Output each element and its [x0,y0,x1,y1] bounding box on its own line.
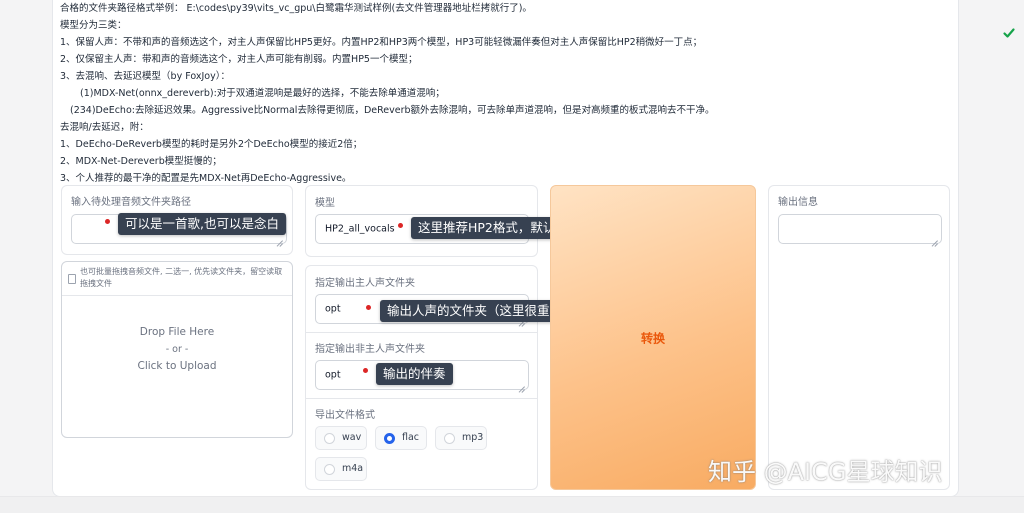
radio-label: mp3 [462,432,484,443]
model-select-value: HP2_all_vocals [325,223,395,235]
file-drop-area[interactable]: 也可批量拖拽音频文件, 二选一, 优先读文件夹，留空读取拖拽文件 Drop Fi… [61,261,293,438]
resize-handle-icon[interactable] [931,234,938,241]
instruction-line: (234)DeEcho:去除延迟效果。Aggressive比Normal去除得更… [70,105,715,116]
instruction-line: 去混响/去延迟，附： [60,122,149,133]
divider [306,332,537,333]
radio-circle [444,433,455,444]
radio-m4a[interactable]: m4a [315,457,367,481]
radio-wav[interactable]: wav [315,426,367,450]
radio-circle [384,433,395,444]
input-dir-label: 输入待处理音频文件夹路径 [71,197,191,208]
radio-mp3[interactable]: mp3 [435,426,487,450]
instruction-line: 合格的文件夹路径格式举例： E:\codes\py39\vits_vc_gpu\… [60,3,532,14]
annotation-dot [366,305,371,310]
inst-out-label: 指定输出非主人声文件夹 [315,344,425,355]
radio-circle [324,464,335,475]
radio-label: wav [342,432,362,443]
instruction-line: 1、保留人声：不带和声的音频选这个，对主人声保留比HP5更好。内置HP2和HP3… [60,37,703,48]
drop-hint-bar: 也可批量拖拽音频文件, 二选一, 优先读文件夹，留空读取拖拽文件 [62,262,292,296]
vocal-out-label: 指定输出主人声文件夹 [315,278,415,289]
convert-button-label: 转换 [640,331,665,345]
resize-handle-icon[interactable] [518,380,525,387]
annotation-dot [398,223,403,228]
output-info-block: 输出信息 [768,185,950,490]
radio-circle [324,433,335,444]
convert-button[interactable]: 转换 [550,185,756,490]
click-upload-text[interactable]: Click to Upload [62,358,292,375]
drop-zone[interactable]: Drop File Here - or - Click to Upload [62,324,292,375]
resize-handle-icon[interactable] [276,234,283,241]
bottom-bar [0,496,1024,513]
instruction-line: 2、仅保留主人声：带和声的音频选这个，对主人声可能有削弱。内置HP5一个模型； [60,54,418,65]
instruction-line: (1)MDX-Net(onnx_dereverb):对于双通道混响是最好的选择，… [80,88,445,99]
instruction-line: 2、MDX-Net-Dereverb模型挺慢的； [60,156,222,167]
instruction-line: 3、去混响、去延迟模型（by FoxJoy）： [60,71,230,82]
output-info-label: 输出信息 [778,197,818,208]
instructions: 合格的文件夹路径格式举例： E:\codes\py39\vits_vc_gpu\… [60,0,940,187]
annotation-tooltip: 可以是一首歌,也可以是念白 [118,213,286,235]
model-label: 模型 [315,198,335,209]
divider [306,398,537,399]
drop-or-text: - or - [165,344,189,355]
inst-out-value: opt [325,369,341,381]
radio-label: m4a [342,463,364,474]
brand-check-icon [1003,28,1015,38]
annotation-dot [105,219,110,224]
drop-file-text: Drop File Here [139,326,215,338]
annotation-dot [363,368,368,373]
instruction-line: 1、DeEcho-DeReverb模型的耗时是另外2个DeEcho模型的接近2倍… [60,139,363,150]
drop-hint-text: 也可批量拖拽音频文件, 二选一, 优先读文件夹，留空读取拖拽文件 [80,267,283,288]
file-icon [68,274,76,284]
instruction-line: 模型分为三类： [60,20,127,31]
output-info-field[interactable] [778,214,942,244]
format-label: 导出文件格式 [315,410,375,421]
annotation-tooltip: 输出的伴奏 [376,363,453,385]
radio-label: flac [402,432,420,443]
radio-flac[interactable]: flac [375,426,427,450]
watermark: 知乎 @AICG星球知识 [708,458,943,486]
vocal-out-value: opt [325,303,341,315]
